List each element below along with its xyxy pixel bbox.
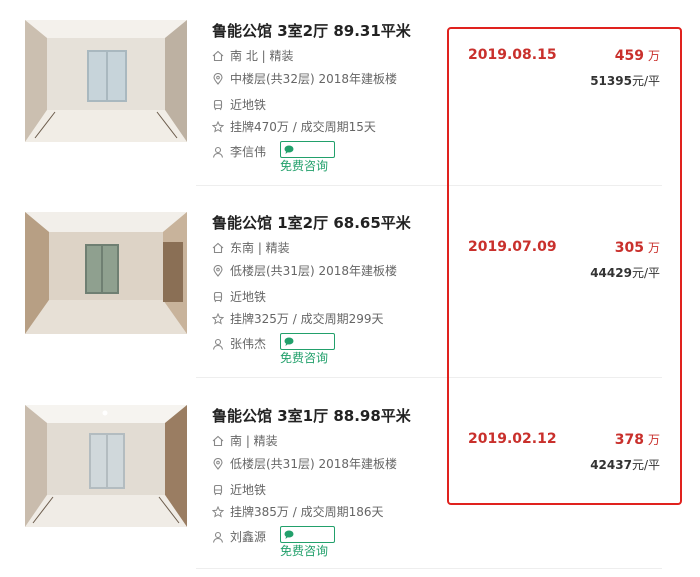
total-price: 459 万	[615, 47, 660, 64]
total-price-value: 459	[614, 48, 644, 64]
total-price-value: 378	[614, 432, 644, 448]
location-icon	[212, 264, 224, 277]
total-price-value: 305	[614, 240, 644, 256]
floor-text: 中楼层(共32层) 2018年建板楼	[230, 72, 397, 86]
floor-row: 低楼层(共31层) 2018年建板楼	[212, 455, 397, 472]
chat-bubble-icon	[284, 530, 294, 539]
listing-info-text: 挂牌325万 / 成交周期299天	[230, 312, 384, 326]
star-icon	[212, 312, 224, 325]
floor-text: 低楼层(共31层) 2018年建板楼	[230, 264, 397, 278]
wechat-consult-badge[interactable]	[280, 141, 335, 158]
total-price: 305 万	[615, 239, 660, 256]
location-icon	[212, 457, 224, 470]
star-icon	[212, 505, 224, 518]
orientation-row: 东南 | 精装	[212, 239, 290, 256]
free-consult-link[interactable]: 免费咨询	[280, 349, 328, 366]
chat-bubble-icon	[284, 337, 294, 346]
listing-divider	[196, 185, 662, 186]
listing-info-row: 挂牌470万 / 成交周期15天	[212, 118, 376, 135]
orientation-row: 南 | 精装	[212, 432, 278, 449]
subway-row: 近地铁	[212, 288, 266, 305]
total-price-unit: 万	[647, 433, 660, 447]
wechat-consult-badge[interactable]	[280, 333, 335, 350]
agent-row: 张伟杰	[212, 335, 266, 352]
floor-text: 低楼层(共31层) 2018年建板楼	[230, 457, 397, 471]
subway-icon	[212, 484, 224, 496]
listing-title[interactable]: 鲁能公馆 3室1厅 88.98平米	[212, 405, 411, 426]
agent-name[interactable]: 刘鑫源	[230, 528, 266, 545]
agent-row: 李信伟	[212, 143, 266, 160]
subway-icon	[212, 99, 224, 111]
listing-title[interactable]: 鲁能公馆 1室2厅 68.65平米	[212, 212, 411, 233]
star-icon	[212, 120, 224, 133]
free-consult-link[interactable]: 免费咨询	[280, 157, 328, 174]
person-icon	[212, 531, 224, 543]
unit-price-suffix: 元/平	[631, 458, 660, 472]
orientation-text: 南 | 精装	[230, 434, 278, 448]
listing-row[interactable]: 鲁能公馆 3室1厅 88.98平米 南 | 精装 低楼层(共31层) 2018年…	[0, 385, 700, 577]
unit-price-suffix: 元/平	[631, 266, 660, 280]
deal-date: 2019.08.15	[468, 47, 557, 63]
house-icon	[212, 242, 224, 254]
unit-price: 42437元/平	[590, 456, 660, 473]
listing-title[interactable]: 鲁能公馆 3室2厅 89.31平米	[212, 20, 411, 41]
listing-photo[interactable]	[25, 20, 187, 142]
orientation-text: 东南 | 精装	[230, 241, 290, 255]
subway-row: 近地铁	[212, 481, 266, 498]
house-icon	[212, 435, 224, 447]
orientation-text: 南 北 | 精装	[230, 49, 294, 63]
subway-icon	[212, 291, 224, 303]
agent-row: 刘鑫源	[212, 528, 266, 545]
listing-photo[interactable]	[25, 405, 187, 527]
house-icon	[212, 50, 224, 62]
unit-price-value: 42437	[590, 458, 632, 472]
deal-date: 2019.02.12	[468, 431, 557, 447]
free-consult-link[interactable]: 免费咨询	[280, 542, 328, 559]
chat-bubble-icon	[284, 145, 294, 154]
total-price-unit: 万	[647, 241, 660, 255]
listing-info-row: 挂牌325万 / 成交周期299天	[212, 310, 383, 327]
subway-text: 近地铁	[230, 98, 267, 112]
listing-divider	[196, 568, 662, 569]
total-price: 378 万	[615, 431, 660, 448]
listing-info-row: 挂牌385万 / 成交周期186天	[212, 503, 383, 520]
listing-row[interactable]: 鲁能公馆 1室2厅 68.65平米 东南 | 精装 低楼层(共31层) 2018…	[0, 192, 700, 384]
wechat-consult-badge[interactable]	[280, 526, 335, 543]
unit-price: 44429元/平	[590, 264, 660, 281]
agent-name[interactable]: 张伟杰	[230, 335, 266, 352]
listing-photo[interactable]	[25, 212, 187, 334]
orientation-row: 南 北 | 精装	[212, 47, 294, 64]
subway-row: 近地铁	[212, 96, 266, 113]
subway-text: 近地铁	[230, 290, 267, 304]
floor-row: 低楼层(共31层) 2018年建板楼	[212, 262, 397, 279]
person-icon	[212, 338, 224, 350]
listing-divider	[196, 377, 662, 378]
deal-date: 2019.07.09	[468, 239, 557, 255]
listing-info-text: 挂牌385万 / 成交周期186天	[230, 505, 384, 519]
total-price-unit: 万	[647, 49, 660, 63]
unit-price-value: 51395	[590, 74, 632, 88]
location-icon	[212, 72, 224, 85]
agent-name[interactable]: 李信伟	[230, 143, 266, 160]
listing-row[interactable]: 鲁能公馆 3室2厅 89.31平米 南 北 | 精装 中楼层(共32层) 201…	[0, 0, 700, 192]
unit-price: 51395元/平	[590, 72, 660, 89]
subway-text: 近地铁	[230, 483, 267, 497]
unit-price-value: 44429	[590, 266, 632, 280]
listing-info-text: 挂牌470万 / 成交周期15天	[230, 120, 376, 134]
person-icon	[212, 146, 224, 158]
unit-price-suffix: 元/平	[631, 74, 660, 88]
floor-row: 中楼层(共32层) 2018年建板楼	[212, 70, 397, 87]
